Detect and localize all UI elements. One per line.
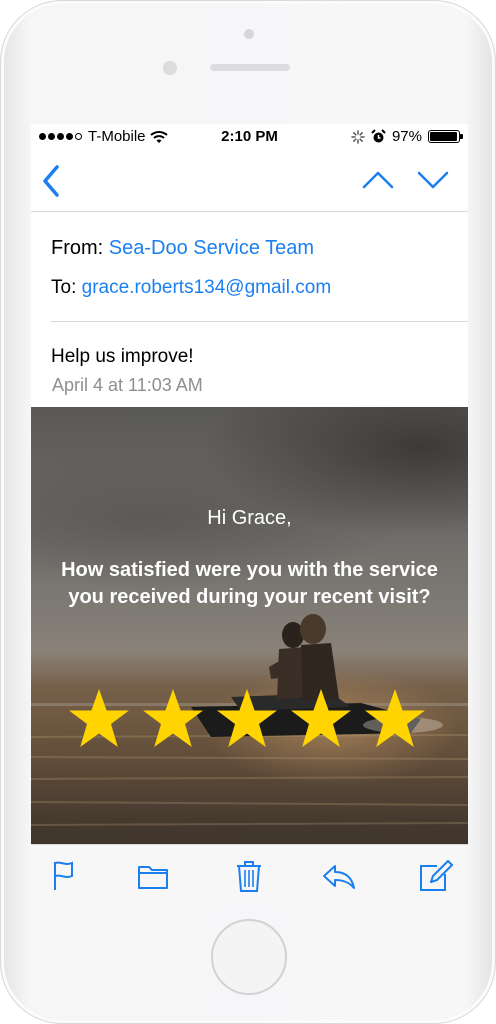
star-rating[interactable] bbox=[67, 687, 431, 753]
compose-button[interactable] bbox=[417, 860, 453, 892]
proximity-sensor bbox=[163, 61, 177, 75]
status-bar: T-Mobile 2:10 PM 97% bbox=[31, 124, 468, 150]
compose-icon bbox=[420, 860, 453, 891]
star-icon[interactable] bbox=[363, 687, 427, 751]
battery-percent: 97% bbox=[391, 128, 422, 145]
to-label: To: bbox=[51, 277, 77, 298]
star-icon[interactable] bbox=[141, 687, 205, 751]
previous-message-button[interactable] bbox=[361, 168, 395, 192]
activity-spinner-icon bbox=[351, 129, 365, 144]
email-date: April 4 at 11:03 AM bbox=[52, 375, 203, 395]
survey-hero-image: Hi Grace, How satisfied were you with th… bbox=[31, 407, 468, 844]
trash-icon bbox=[237, 861, 261, 892]
move-to-folder-button[interactable] bbox=[135, 860, 171, 892]
star-icon[interactable] bbox=[215, 687, 279, 751]
greeting-text: Hi Grace, bbox=[207, 507, 292, 529]
reply-icon bbox=[323, 865, 355, 889]
next-message-icon bbox=[417, 171, 449, 189]
to-row: To: grace.roberts134@gmail.com bbox=[51, 277, 331, 299]
from-row: From: Sea-Doo Service Team bbox=[51, 237, 314, 260]
front-camera bbox=[244, 29, 254, 39]
jet-ski-riders-illustration bbox=[31, 614, 468, 826]
phone-frame: T-Mobile 2:10 PM 97% From: Sea-Doo Servi… bbox=[0, 0, 496, 1024]
back-button[interactable] bbox=[39, 163, 63, 199]
previous-message-icon bbox=[362, 171, 394, 189]
home-button[interactable] bbox=[211, 919, 287, 995]
earpiece-speaker bbox=[210, 64, 290, 71]
mail-toolbar bbox=[31, 844, 468, 905]
flag-button[interactable] bbox=[47, 860, 83, 892]
star-icon[interactable] bbox=[67, 687, 131, 751]
header-divider bbox=[51, 321, 468, 322]
from-label: From: bbox=[51, 237, 104, 259]
back-chevron-icon bbox=[43, 165, 59, 197]
message-nav-bar bbox=[31, 150, 468, 212]
sender-name[interactable]: Sea-Doo Service Team bbox=[109, 237, 314, 259]
delete-button[interactable] bbox=[231, 860, 267, 892]
reply-button[interactable] bbox=[321, 860, 357, 892]
email-subject: Help us improve! bbox=[51, 346, 194, 367]
mail-screen: T-Mobile 2:10 PM 97% From: Sea-Doo Servi… bbox=[31, 124, 468, 905]
recipient-address[interactable]: grace.roberts134@gmail.com bbox=[82, 277, 332, 298]
flag-icon bbox=[54, 861, 73, 890]
survey-question: How satisfied were you with the service … bbox=[61, 559, 438, 608]
folder-icon bbox=[138, 866, 168, 889]
battery-level bbox=[430, 132, 458, 141]
next-message-button[interactable] bbox=[416, 168, 450, 192]
alarm-icon bbox=[371, 129, 386, 143]
star-icon[interactable] bbox=[289, 687, 353, 751]
battery-icon bbox=[428, 130, 463, 143]
